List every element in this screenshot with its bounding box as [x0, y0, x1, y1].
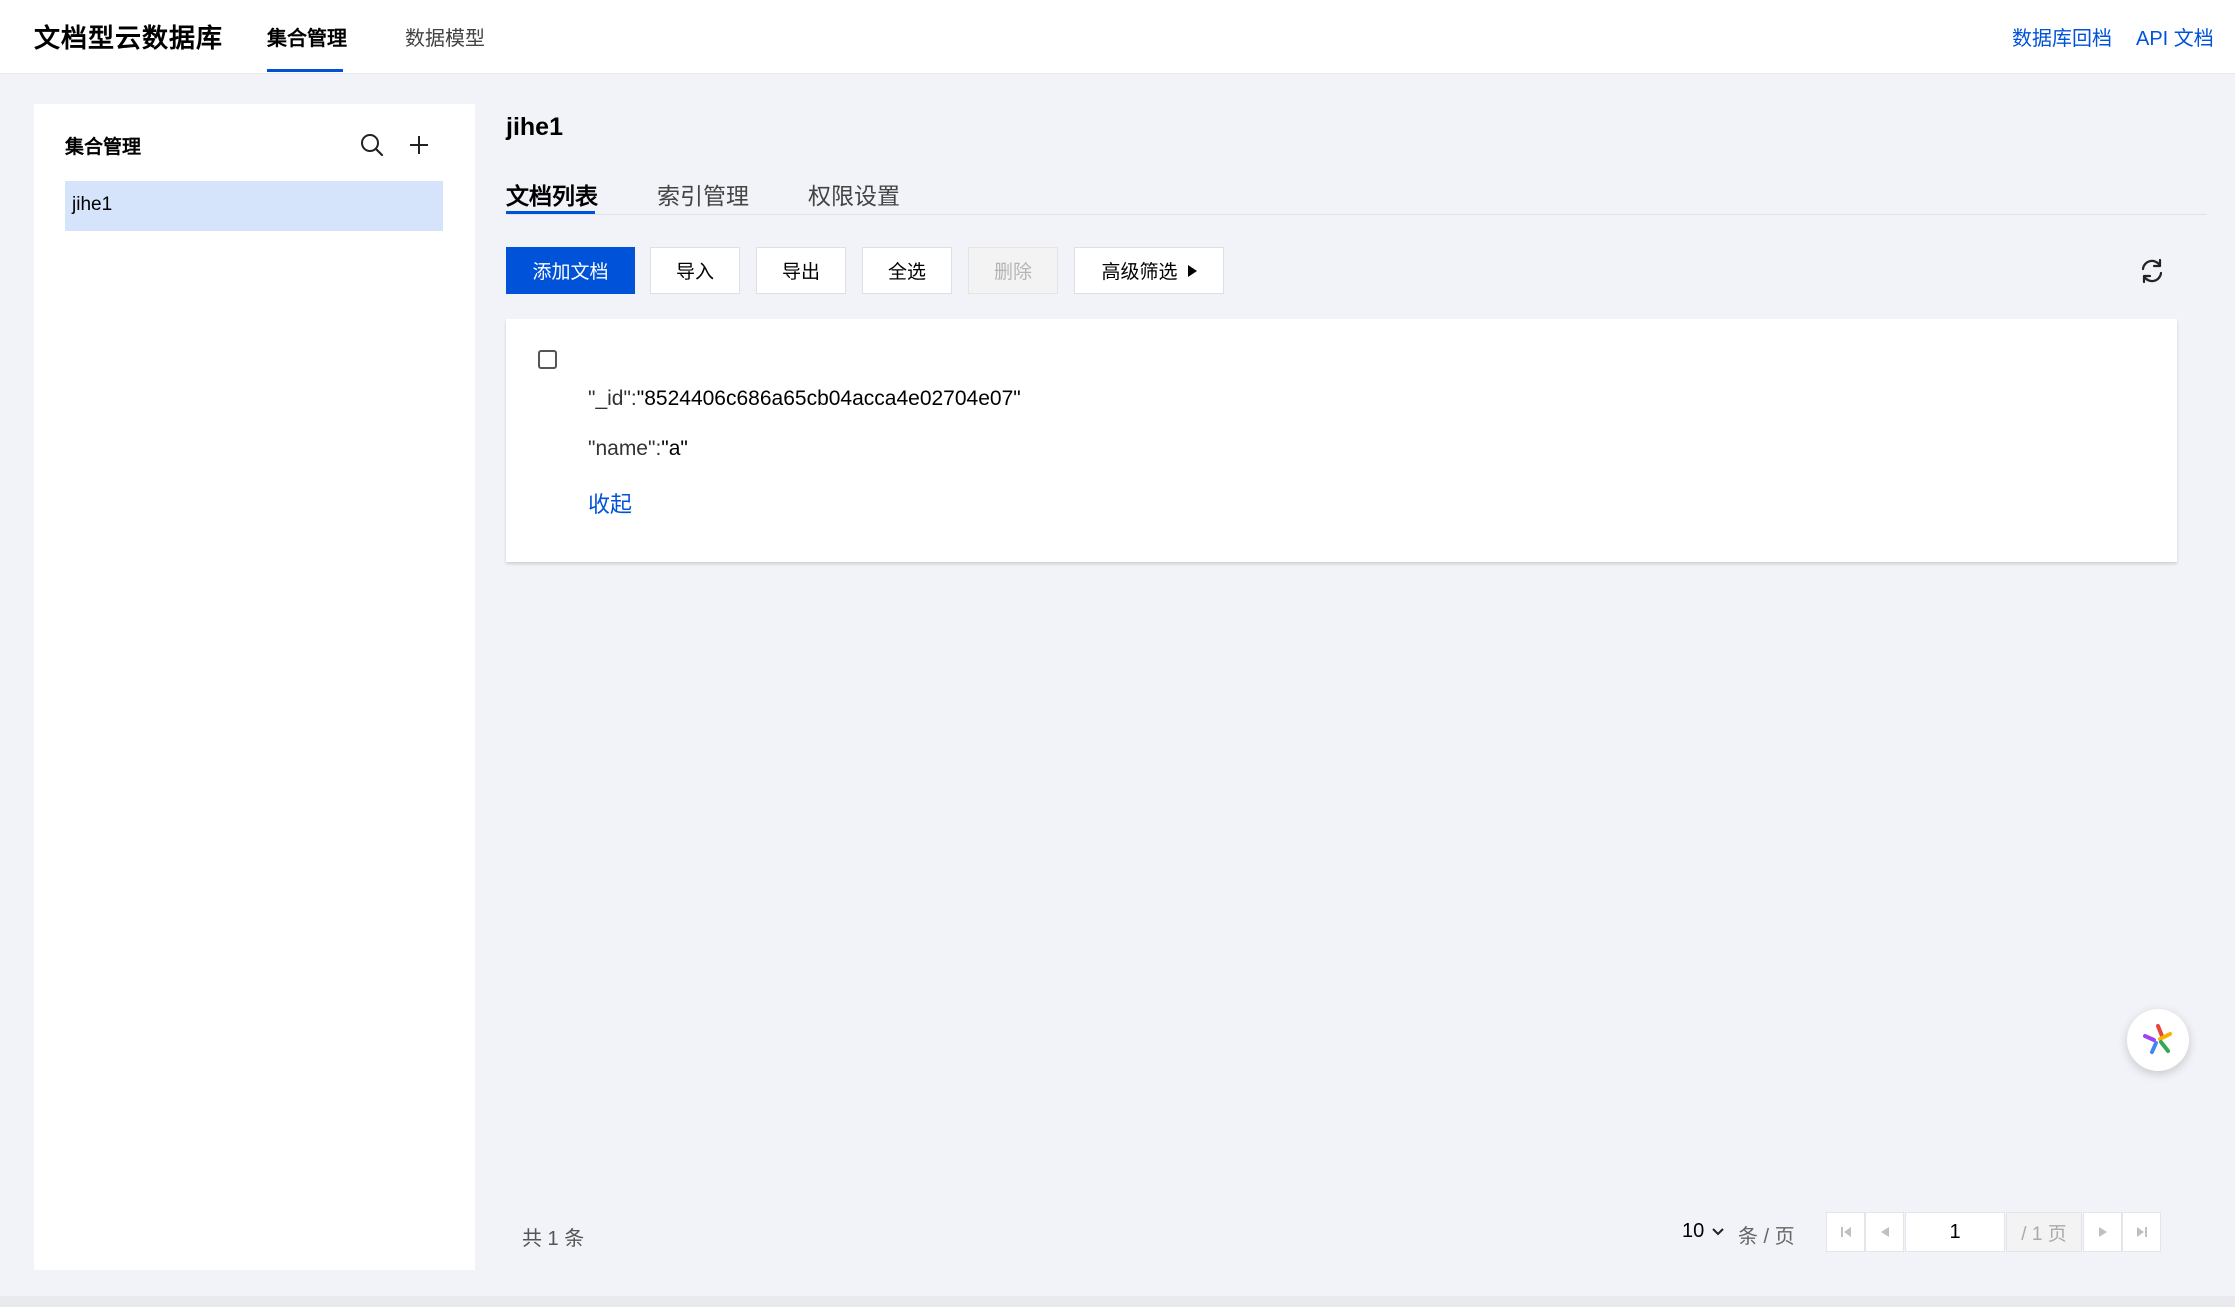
document-id-key: "_id":	[588, 387, 637, 410]
nav-tab-collections[interactable]: 集合管理	[267, 22, 347, 51]
import-button[interactable]: 导入	[650, 247, 740, 294]
caret-right-icon	[1187, 264, 1197, 277]
page-size-value: 10	[1682, 1220, 1705, 1242]
document-name-field: "name":"a"	[588, 437, 688, 461]
advanced-filter-label: 高级筛选	[1101, 262, 1178, 283]
tab-permission-settings[interactable]: 权限设置	[808, 177, 900, 211]
assistant-fab[interactable]	[2127, 1009, 2189, 1071]
chevron-down-icon	[1712, 1227, 1724, 1235]
page-size-select[interactable]: 10	[1682, 1220, 1726, 1243]
bottom-strip	[0, 1296, 2235, 1307]
collapse-link[interactable]: 收起	[588, 487, 632, 519]
last-page-button[interactable]	[2122, 1212, 2161, 1252]
tab-index-management[interactable]: 索引管理	[657, 177, 749, 211]
select-all-button[interactable]: 全选	[862, 247, 952, 294]
sidebar-item-jihe1[interactable]: jihe1	[65, 181, 443, 231]
tabs-divider	[506, 214, 2207, 215]
nav-tab-data-model[interactable]: 数据模型	[405, 22, 485, 51]
collection-sidebar: 集合管理 jihe1	[34, 104, 475, 1270]
prev-page-icon	[1880, 1227, 1889, 1237]
assistant-logo-icon	[2143, 1024, 2172, 1054]
page-number-input[interactable]: 1	[1905, 1212, 2005, 1252]
document-name-key: "name":	[588, 437, 662, 460]
app-title: 文档型云数据库	[34, 23, 224, 53]
next-page-icon	[2098, 1227, 2107, 1237]
nav-active-indicator	[267, 69, 343, 72]
export-button[interactable]: 导出	[756, 247, 846, 294]
add-document-button[interactable]: 添加文档	[506, 247, 635, 294]
first-page-icon	[1840, 1227, 1851, 1237]
refresh-icon[interactable]	[2137, 256, 2167, 286]
total-count: 共 1 条	[522, 1228, 585, 1250]
plus-icon[interactable]	[406, 132, 432, 158]
tab-document-list[interactable]: 文档列表	[506, 177, 598, 211]
advanced-filter-button[interactable]: 高级筛选	[1074, 247, 1224, 294]
search-icon[interactable]	[359, 132, 385, 158]
sidebar-title: 集合管理	[65, 137, 142, 158]
delete-button[interactable]: 删除	[968, 247, 1058, 294]
database-rollback-link[interactable]: 数据库回档	[2012, 22, 2112, 51]
document-checkbox[interactable]	[538, 350, 557, 369]
api-docs-link[interactable]: API 文档	[2136, 22, 2214, 51]
next-page-button[interactable]	[2083, 1212, 2122, 1252]
first-page-button[interactable]	[1826, 1212, 1865, 1252]
document-id-field: "_id":"8524406c686a65cb04acca4e02704e07"	[588, 387, 1021, 411]
collection-title: jihe1	[506, 113, 563, 141]
document-name-value: "a"	[661, 437, 688, 460]
document-id-value: "8524406c686a65cb04acca4e02704e07"	[636, 387, 1021, 410]
top-bar: 文档型云数据库 集合管理 数据模型 数据库回档 API 文档	[0, 0, 2235, 74]
per-page-label: 条 / 页	[1738, 1226, 1795, 1248]
page-total-label: / 1 页	[2006, 1212, 2082, 1252]
prev-page-button[interactable]	[1865, 1212, 1904, 1252]
last-page-icon	[2136, 1227, 2147, 1237]
document-card: "_id":"8524406c686a65cb04acca4e02704e07"…	[506, 319, 2177, 562]
tab-active-indicator	[506, 211, 595, 214]
